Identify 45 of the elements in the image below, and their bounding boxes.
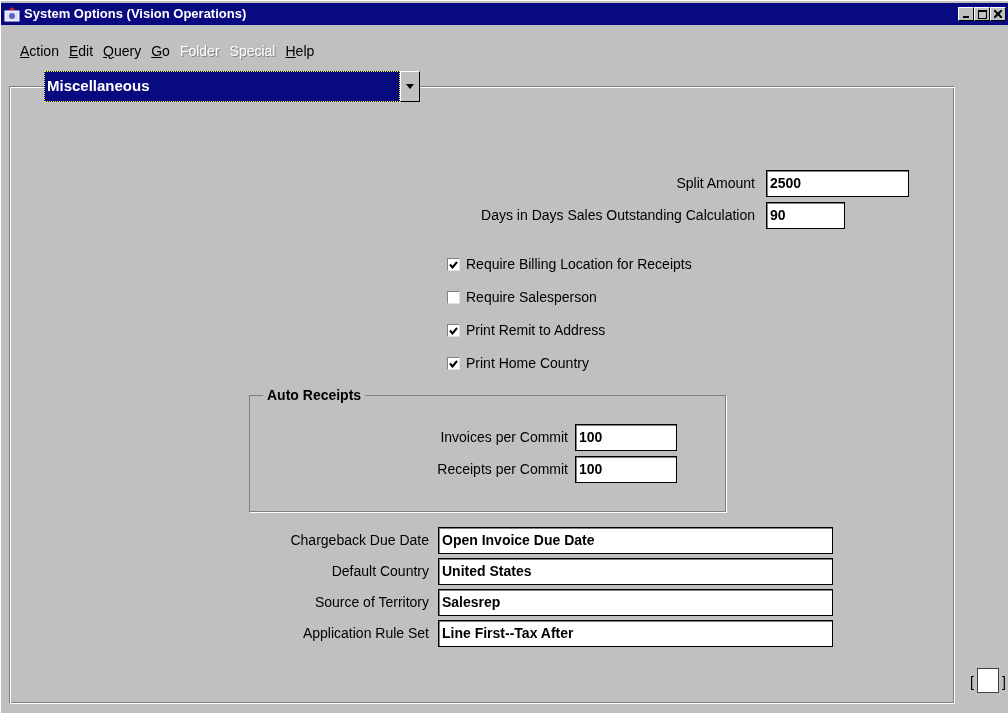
text-field[interactable]: 2500 <box>766 169 909 197</box>
menu-item[interactable]: Edit <box>68 40 94 62</box>
field-label: Split Amount <box>675 173 756 193</box>
field-label: Receipts per Commit <box>436 459 569 479</box>
text-field[interactable]: 100 <box>575 423 677 451</box>
minimize-button[interactable] <box>958 7 974 21</box>
checkbox-label: Require Billing Location for Receipts <box>466 255 692 274</box>
text-field[interactable]: United States <box>438 558 833 585</box>
menu-item[interactable]: Go <box>151 40 170 62</box>
checkbox[interactable] <box>447 258 460 271</box>
check-icon <box>449 326 458 335</box>
maximize-button[interactable] <box>974 7 990 21</box>
field-label: Invoices per Commit <box>439 427 569 447</box>
app-icon <box>4 6 20 22</box>
field-label: Days in Days Sales Outstanding Calculation <box>480 205 756 225</box>
bracket-text: ] <box>1002 673 1006 692</box>
checkbox-label: Print Remit to Address <box>466 321 606 340</box>
checkbox-label: Print Home Country <box>466 354 589 373</box>
text-field[interactable]: Salesrep <box>438 589 833 616</box>
check-icon <box>449 359 458 368</box>
field-label: Application Rule Set <box>301 624 430 643</box>
checkbox-label: Require Salesperson <box>466 288 597 307</box>
close-icon <box>994 10 1002 18</box>
field-label: Chargeback Due Date <box>289 531 430 550</box>
text-field[interactable]: Line First--Tax After <box>438 620 833 647</box>
caret-icon <box>406 84 414 89</box>
text-field[interactable]: 90 <box>766 201 845 229</box>
window-title: System Options (Vision Operations) <box>24 5 247 24</box>
check-icon <box>449 260 458 269</box>
checkbox[interactable] <box>447 357 460 370</box>
field-label: Source of Territory <box>313 593 430 612</box>
dropdown-button[interactable] <box>400 71 420 102</box>
text-field[interactable]: Open Invoice Due Date <box>438 527 833 554</box>
checkbox[interactable] <box>447 324 460 337</box>
maximize-icon <box>977 9 987 19</box>
region-select[interactable]: Miscellaneous <box>44 71 400 102</box>
close-button[interactable] <box>990 7 1006 21</box>
menu-item[interactable]: Help <box>285 40 315 62</box>
menu-item[interactable]: Action <box>20 40 59 62</box>
indicator-box <box>977 668 999 693</box>
bracket-text: [ <box>970 673 974 692</box>
field-label: Default Country <box>330 562 430 581</box>
text-field[interactable]: 100 <box>575 455 677 483</box>
checkbox[interactable] <box>447 291 460 304</box>
menu-item[interactable]: Query <box>103 40 142 62</box>
